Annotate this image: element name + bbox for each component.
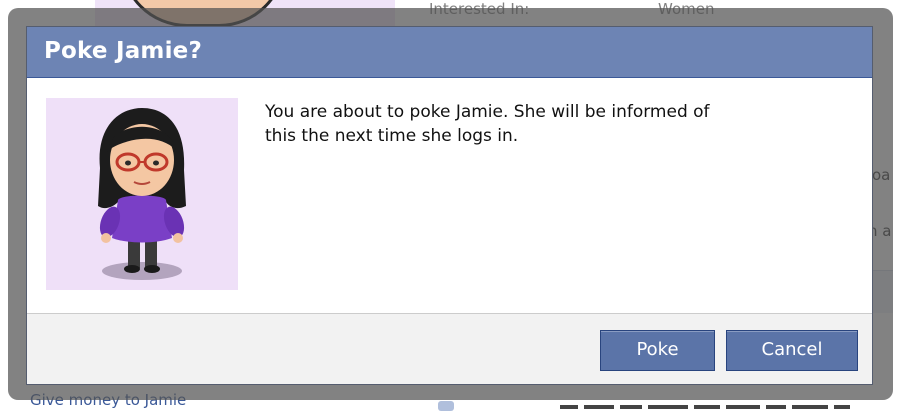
background-edge	[893, 0, 900, 411]
poke-dialog: Poke Jamie? You are about to poke Jamie.…	[26, 26, 873, 385]
poke-button[interactable]: Poke	[600, 330, 715, 371]
dialog-title: Poke Jamie?	[44, 38, 203, 64]
profile-page: Interested In: Women oa n a Give money t…	[0, 0, 900, 411]
cancel-button[interactable]: Cancel	[726, 330, 858, 371]
poke-message: You are about to poke Jamie. She will be…	[265, 102, 710, 146]
dialog-footer: Poke Cancel	[27, 313, 872, 384]
mii-avatar-icon	[46, 98, 238, 290]
dialog-body: You are about to poke Jamie. She will be…	[27, 78, 872, 313]
dialog-header: Poke Jamie?	[27, 27, 872, 78]
background-text-line	[560, 400, 860, 411]
gift-icon	[438, 401, 454, 411]
